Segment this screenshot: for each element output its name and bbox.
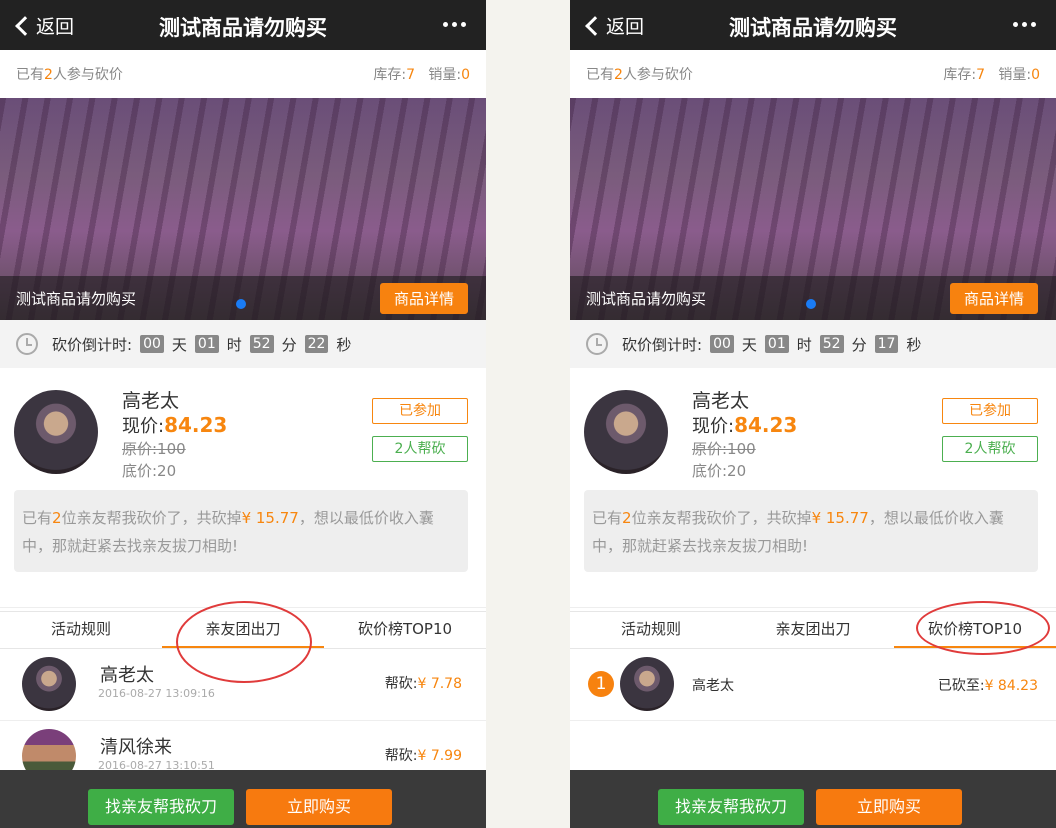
user-price-block: 高老太 现价:84.23 原价:100 底价:20 已参加 2人帮砍 已有2位亲… — [570, 368, 1056, 608]
tab-rules[interactable]: 活动规则 — [0, 612, 162, 648]
stock-sales: 库存:7 销量:0 — [943, 67, 1040, 83]
helper-name: 清风徐来 — [100, 737, 172, 758]
list-item[interactable]: 高老太 2016-08-27 13:09:16 帮砍:¥ 7.78 — [0, 649, 486, 721]
countdown-label: 砍价倒计时: — [622, 335, 703, 354]
joined-button[interactable]: 已参加 — [372, 398, 468, 424]
product-banner[interactable]: 测试商品请勿购买 商品详情 — [0, 98, 486, 320]
more-icon[interactable] — [1013, 22, 1036, 27]
buy-now-button[interactable]: 立即购买 — [816, 789, 962, 825]
find-friends-button[interactable]: 找亲友帮我砍刀 — [658, 789, 804, 825]
rank-badge: 1 — [588, 671, 614, 697]
stats-bar: 已有2人参与砍价 库存:7 销量:0 — [570, 50, 1056, 98]
phone-screen-left: 返回 测试商品请勿购买 已有2人参与砍价 库存:7 销量:0 测试商品请勿购买 … — [0, 0, 486, 828]
original-price: 原价:100 — [692, 440, 756, 458]
current-price: 现价:84.23 — [122, 413, 228, 437]
banner-caption-bar: 测试商品请勿购买 商品详情 — [570, 276, 1056, 320]
participants-text: 已有2人参与砍价 — [586, 67, 693, 83]
current-price: 现价:84.23 — [692, 413, 798, 437]
helper-time: 2016-08-27 13:09:16 — [98, 687, 215, 700]
tab-rules[interactable]: 活动规则 — [570, 612, 732, 648]
notice-box: 已有2位亲友帮我砍价了，共砍掉¥ 15.77，想以最低价收入囊中，那就赶紧去找亲… — [14, 490, 468, 572]
countdown-seconds: 22 — [304, 335, 329, 353]
second-unit: 秒 — [336, 335, 352, 354]
user-info: 高老太 现价:84.23 原价:100 底价:20 — [692, 388, 797, 482]
helpers-button[interactable]: 2人帮砍 — [372, 436, 468, 462]
helper-amount: 帮砍:¥ 7.99 — [384, 748, 462, 764]
ranking-list: 1 高老太 已砍至:¥ 84.23 — [570, 649, 1056, 721]
countdown-minutes: 52 — [819, 335, 844, 353]
top-nav-bar: 返回 测试商品请勿购买 — [0, 0, 486, 50]
countdown-bar: 砍价倒计时: 00 天 01 时 52 分 17 秒 — [570, 320, 1056, 368]
list-item[interactable]: 1 高老太 已砍至:¥ 84.23 — [570, 649, 1056, 721]
countdown-bar: 砍价倒计时: 00 天 01 时 52 分 22 秒 — [0, 320, 486, 368]
avatar — [22, 657, 76, 711]
avatar — [14, 390, 98, 474]
user-price-block: 高老太 现价:84.23 原价:100 底价:20 已参加 2人帮砍 已有2位亲… — [0, 368, 486, 608]
countdown-label: 砍价倒计时: — [52, 335, 133, 354]
stock-sales: 库存:7 销量:0 — [373, 67, 470, 83]
banner-caption: 测试商品请勿购买 — [586, 289, 707, 308]
product-detail-button[interactable]: 商品详情 — [379, 282, 468, 314]
buy-now-button[interactable]: 立即购买 — [246, 789, 392, 825]
countdown-days: 00 — [140, 335, 164, 353]
carousel-indicator[interactable] — [236, 299, 246, 309]
second-unit: 秒 — [906, 335, 922, 354]
tab-friends[interactable]: 亲友团出刀 — [732, 612, 894, 648]
more-icon[interactable] — [443, 22, 466, 27]
helper-amount: 帮砍:¥ 7.78 — [384, 676, 462, 692]
tab-top10[interactable]: 砍价榜TOP10 — [324, 612, 486, 648]
rank-user-name: 高老太 — [692, 678, 734, 694]
original-price: 原价:100 — [122, 440, 186, 458]
user-info: 高老太 现价:84.23 原价:100 底价:20 — [122, 388, 227, 482]
banner-caption-bar: 测试商品请勿购买 商品详情 — [0, 276, 486, 320]
countdown-seconds: 17 — [874, 335, 899, 353]
helpers-button[interactable]: 2人帮砍 — [942, 436, 1038, 462]
helper-name: 高老太 — [100, 665, 154, 686]
stats-bar: 已有2人参与砍价 库存:7 销量:0 — [0, 50, 486, 98]
joined-button[interactable]: 已参加 — [942, 398, 1038, 424]
banner-caption: 测试商品请勿购买 — [16, 289, 137, 308]
avatar — [584, 390, 668, 474]
rank-price: 已砍至:¥ 84.23 — [937, 678, 1038, 694]
clock-icon — [586, 333, 608, 355]
carousel-indicator[interactable] — [806, 299, 816, 309]
page-title: 测试商品请勿购买 — [159, 16, 327, 40]
countdown-minutes: 52 — [249, 335, 274, 353]
participants-text: 已有2人参与砍价 — [16, 67, 123, 83]
notice-box: 已有2位亲友帮我砍价了，共砍掉¥ 15.77，想以最低价收入囊中，那就赶紧去找亲… — [584, 490, 1038, 572]
day-unit: 天 — [741, 335, 757, 354]
clock-icon — [16, 333, 38, 355]
user-name: 高老太 — [122, 390, 180, 412]
find-friends-button[interactable]: 找亲友帮我砍刀 — [88, 789, 234, 825]
product-banner[interactable]: 测试商品请勿购买 商品详情 — [570, 98, 1056, 320]
footer-bar: 找亲友帮我砍刀 立即购买 — [0, 770, 486, 828]
floor-price: 底价:20 — [692, 462, 747, 480]
user-name: 高老太 — [692, 390, 750, 412]
phone-screen-right: 返回 测试商品请勿购买 已有2人参与砍价 库存:7 销量:0 测试商品请勿购买 … — [570, 0, 1056, 828]
day-unit: 天 — [171, 335, 187, 354]
minute-unit: 分 — [281, 335, 297, 354]
hour-unit: 时 — [226, 335, 242, 354]
countdown-hours: 01 — [764, 335, 789, 353]
minute-unit: 分 — [851, 335, 867, 354]
floor-price: 底价:20 — [122, 462, 177, 480]
product-detail-button[interactable]: 商品详情 — [949, 282, 1038, 314]
avatar — [620, 657, 674, 711]
countdown-days: 00 — [710, 335, 734, 353]
countdown-hours: 01 — [194, 335, 219, 353]
annotation-circle — [916, 601, 1050, 655]
top-nav-bar: 返回 测试商品请勿购买 — [570, 0, 1056, 50]
page-title: 测试商品请勿购买 — [729, 16, 897, 40]
hour-unit: 时 — [796, 335, 812, 354]
footer-bar: 找亲友帮我砍刀 立即购买 — [570, 770, 1056, 828]
